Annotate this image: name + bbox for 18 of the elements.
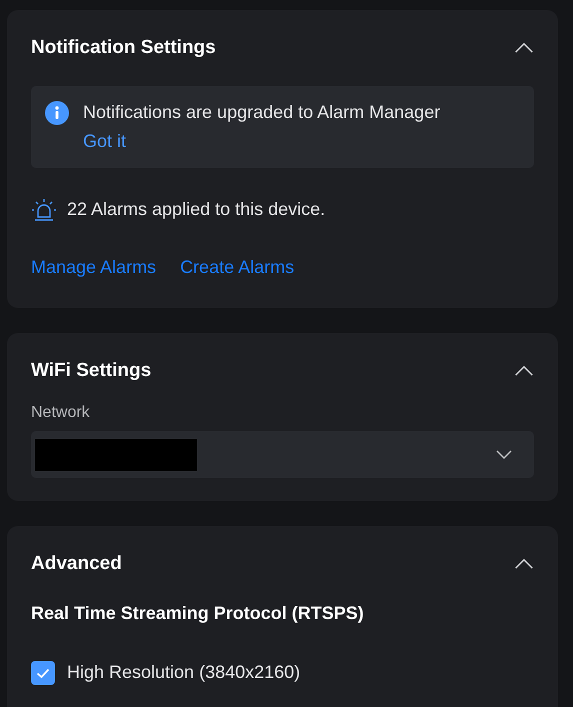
- got-it-link[interactable]: Got it: [83, 127, 126, 156]
- section-title: WiFi Settings: [31, 358, 152, 383]
- field-label: Network: [31, 403, 91, 423]
- info-icon: [45, 101, 69, 125]
- checkbox-label: High Resolution (3840x2160): [67, 661, 300, 684]
- alarm-count-text: 22 Alarms applied to this device.: [67, 198, 326, 221]
- section-title: Advanced: [31, 552, 122, 576]
- checkbox[interactable]: [31, 660, 55, 684]
- notice-message: Notifications are upgraded to Alarm Manager: [83, 101, 440, 124]
- chevron-icon[interactable]: [514, 558, 534, 570]
- section-title: Notification Settings: [31, 36, 216, 60]
- caret-icon: [496, 450, 512, 459]
- chevron-icon[interactable]: [514, 365, 534, 377]
- siren-icon: [31, 198, 57, 222]
- chevron-icon[interactable]: [514, 42, 534, 54]
- subheading: Real Time Streaming Protocol (RTSPS): [31, 602, 365, 625]
- alarm-link[interactable]: Create Alarms: [180, 254, 294, 281]
- alarm-link[interactable]: Manage Alarms: [31, 254, 156, 281]
